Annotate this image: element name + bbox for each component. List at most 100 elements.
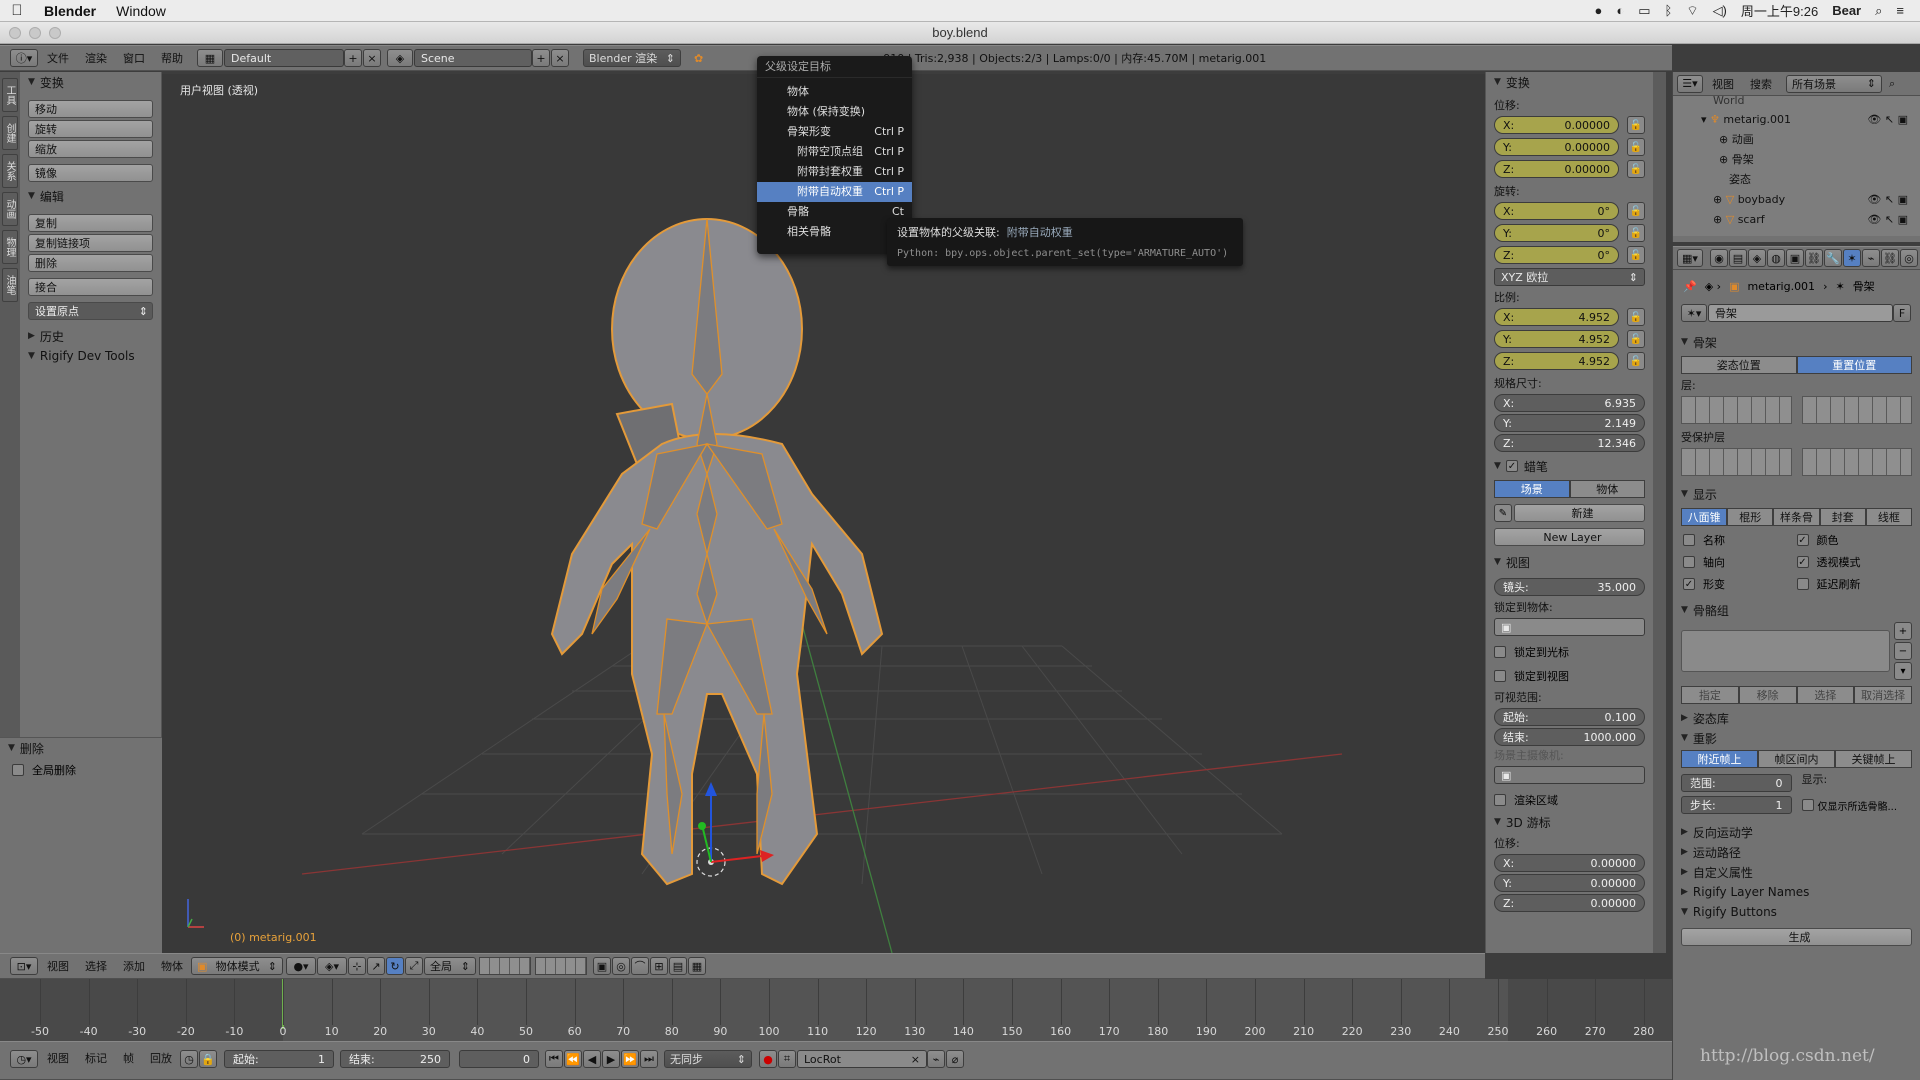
- outliner-item-metarig[interactable]: ▾ ♆ metarig.001 👁 ↖ ▣: [1673, 110, 1920, 130]
- tab-animation[interactable]: 动画: [2, 192, 18, 226]
- remove-group-icon[interactable]: −: [1894, 642, 1912, 660]
- dimension-y[interactable]: Y: 2.149: [1494, 414, 1645, 432]
- dimension-z[interactable]: Z: 12.346: [1494, 434, 1645, 452]
- tab-grease[interactable]: 油笔: [2, 268, 18, 302]
- close-window-button[interactable]: [9, 27, 21, 39]
- snap-element-icon[interactable]: ⊞: [650, 957, 668, 975]
- render-tab-icon[interactable]: ◉: [1710, 249, 1728, 267]
- tl-menu-playback[interactable]: 回放: [142, 1050, 180, 1066]
- outliner-editor-icon[interactable]: ☰▾: [1677, 74, 1703, 93]
- scale-y[interactable]: Y: 4.952: [1494, 330, 1619, 348]
- outliner-menu-search[interactable]: 搜索: [1742, 76, 1780, 92]
- lock-icon[interactable]: 🔓: [1627, 160, 1645, 178]
- mirror-button[interactable]: 镜像: [28, 164, 153, 182]
- rigify-dev-panel-header[interactable]: ▼ Rigify Dev Tools: [20, 346, 161, 366]
- delete-panel-header[interactable]: ▼ 删除: [0, 738, 162, 758]
- location-z[interactable]: Z: 0.00000: [1494, 160, 1619, 178]
- auto-key-icon[interactable]: ●: [759, 1050, 777, 1068]
- duplicate-linked-button[interactable]: 复制链接项: [28, 234, 153, 252]
- shading-icon[interactable]: ●▾: [286, 957, 316, 975]
- cursor-x[interactable]: X: 0.00000: [1494, 854, 1645, 872]
- insert-key-icon[interactable]: ⌁: [927, 1050, 945, 1068]
- screen-layout-icon[interactable]: ▦: [197, 49, 223, 67]
- location-x[interactable]: X: 0.00000: [1494, 116, 1619, 134]
- rigify-layer-names-header[interactable]: ▶ Rigify Layer Names: [1673, 882, 1920, 902]
- search-icon[interactable]: ⌕: [1875, 3, 1882, 19]
- n-panel-scrollbar[interactable]: [1653, 72, 1666, 953]
- outliner-filter-select[interactable]: 所有场景 ⇕: [1786, 74, 1882, 93]
- snap-icon[interactable]: ⌒: [631, 957, 649, 975]
- scene-icon[interactable]: ◈: [387, 49, 413, 67]
- show-names-checkbox[interactable]: [1683, 534, 1695, 546]
- ghost-around-frame[interactable]: 附近帧上: [1681, 750, 1758, 768]
- manipulator-x[interactable]: [710, 855, 763, 863]
- notification-icon[interactable]: ◐: [1616, 3, 1624, 18]
- add-scene-icon[interactable]: +: [532, 49, 550, 67]
- clip-start-field[interactable]: 起始: 0.100: [1494, 708, 1645, 726]
- ghost-step-field[interactable]: 步长: 1: [1681, 796, 1792, 814]
- local-camera-field[interactable]: ▣: [1494, 766, 1645, 784]
- manipulator-y-handle[interactable]: [698, 822, 706, 830]
- minimize-window-button[interactable]: [29, 27, 41, 39]
- select-button[interactable]: 选择: [1796, 686, 1855, 704]
- play-icon[interactable]: ▶: [602, 1050, 620, 1068]
- parent-menu-item[interactable]: 附带封套权重 Ctrl P: [757, 162, 912, 182]
- jump-start-icon[interactable]: ⏮: [545, 1050, 563, 1068]
- display-octahedral[interactable]: 八面锥: [1681, 508, 1728, 526]
- end-frame-field[interactable]: 结束: 250: [340, 1050, 450, 1068]
- ghost-panel-header[interactable]: ▼ 重影: [1673, 728, 1920, 748]
- parent-menu-item[interactable]: 物体 (保持变换): [757, 102, 912, 122]
- outliner-item-world[interactable]: World: [1673, 96, 1920, 110]
- parent-menu-item-highlighted[interactable]: 附带自动权重 Ctrl P: [757, 182, 912, 202]
- armature-tab-icon[interactable]: ✶: [1843, 249, 1861, 267]
- manipulator-toggle-icon[interactable]: ⊹: [348, 957, 366, 975]
- join-button[interactable]: 接合: [28, 278, 153, 296]
- grease-new-button[interactable]: 新建: [1514, 504, 1645, 522]
- display-panel-header[interactable]: ▼ 显示: [1673, 484, 1920, 504]
- start-frame-field[interactable]: 起始: 1: [224, 1050, 334, 1068]
- delete-key-icon[interactable]: ⌀: [946, 1050, 964, 1068]
- display-icon[interactable]: ▭: [1638, 3, 1650, 19]
- grease-object-button[interactable]: 物体: [1569, 480, 1645, 498]
- assign-button[interactable]: 指定: [1681, 686, 1739, 704]
- history-panel-header[interactable]: ▶ 历史: [20, 326, 161, 346]
- cursor-z[interactable]: Z: 0.00000: [1494, 894, 1645, 912]
- motion-paths-header[interactable]: ▶ 运动路径: [1673, 842, 1920, 862]
- 3d-cursor-header[interactable]: ▼ 3D 游标: [1494, 812, 1645, 832]
- tl-menu-view[interactable]: 视图: [39, 1050, 77, 1066]
- volume-icon[interactable]: ◁): [1713, 3, 1727, 19]
- generate-button[interactable]: 生成: [1681, 928, 1912, 946]
- outliner-item-animation[interactable]: ⊕ 动画: [1673, 130, 1920, 150]
- bone-tab-icon[interactable]: ⌁: [1862, 249, 1880, 267]
- clock[interactable]: 周一上午9:26: [1741, 1, 1818, 20]
- render-engine-select[interactable]: Blender 渲染 ⇕: [583, 49, 681, 67]
- wechat-icon[interactable]: ●: [1595, 3, 1603, 18]
- scale-x[interactable]: X: 4.952: [1494, 308, 1619, 326]
- manipulator-z-arrow[interactable]: [705, 782, 717, 796]
- menu-window[interactable]: 窗口: [115, 50, 153, 66]
- lock-icon[interactable]: 🔓: [1627, 246, 1645, 264]
- move-button[interactable]: 移动: [28, 100, 153, 118]
- bone-constraint-tab-icon[interactable]: ⛓: [1881, 249, 1899, 267]
- bluetooth-icon[interactable]: ᛒ: [1665, 3, 1673, 18]
- screen-layout-field[interactable]: Default: [224, 49, 344, 67]
- current-frame-field[interactable]: 0: [459, 1050, 539, 1068]
- rotation-x[interactable]: X: 0°: [1494, 202, 1619, 220]
- protected-layer-grid[interactable]: [1673, 446, 1920, 478]
- outliner-search-icon[interactable]: ⌕: [1889, 77, 1895, 91]
- lock-icon[interactable]: 🔓: [1627, 352, 1645, 370]
- global-delete-checkbox[interactable]: [12, 764, 24, 776]
- only-selected-checkbox[interactable]: [1801, 799, 1814, 811]
- rotation-y[interactable]: Y: 0°: [1494, 224, 1619, 242]
- rotate-manip-icon[interactable]: ↻: [386, 957, 404, 975]
- ghost-keyframes[interactable]: 关键帧上: [1835, 750, 1912, 768]
- lock-icon[interactable]: 🔓: [1627, 116, 1645, 134]
- pencil-icon[interactable]: ✎: [1494, 504, 1512, 522]
- user-name[interactable]: Bear: [1832, 3, 1861, 18]
- parent-menu-item[interactable]: 骨架形变 Ctrl P: [757, 122, 912, 142]
- bone-groups-list[interactable]: [1681, 630, 1890, 672]
- next-key-icon[interactable]: ⏩: [621, 1050, 639, 1068]
- remove-screen-icon[interactable]: ×: [363, 49, 381, 67]
- ghost-range-field[interactable]: 范围: 0: [1681, 774, 1792, 792]
- play-reverse-icon[interactable]: ◀: [583, 1050, 601, 1068]
